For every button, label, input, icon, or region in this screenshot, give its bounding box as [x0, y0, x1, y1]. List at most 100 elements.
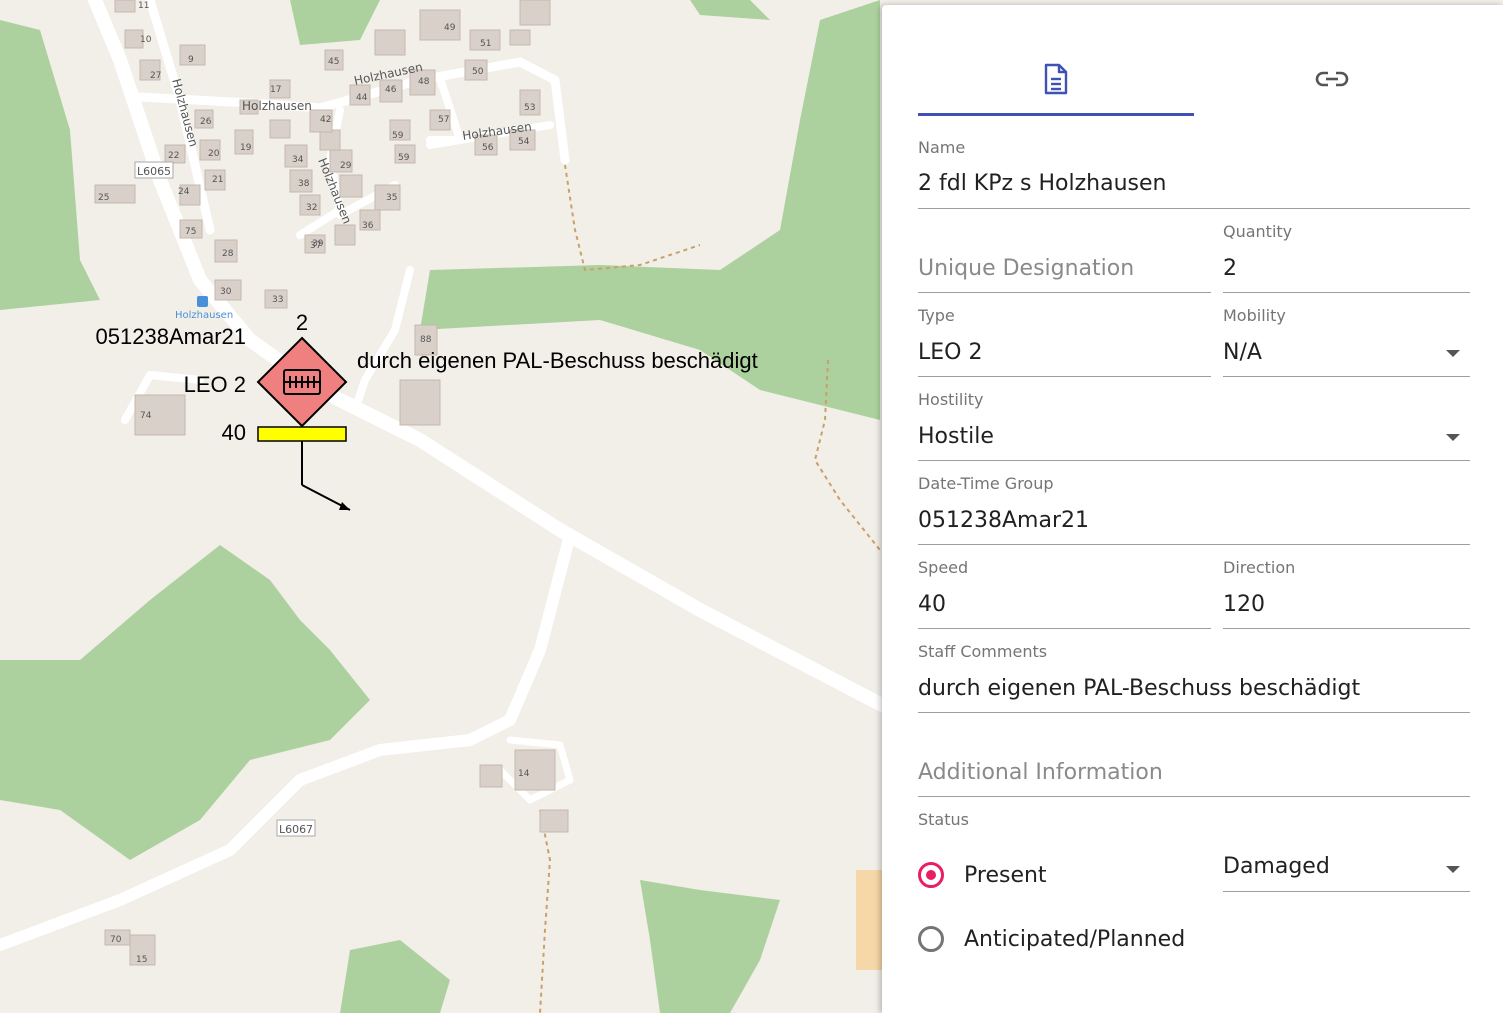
hostility-value[interactable]: Hostile — [918, 424, 994, 449]
house-number: 51 — [480, 39, 491, 49]
house-number: 17 — [270, 85, 281, 95]
speed-bar — [257, 426, 347, 442]
house-number: 11 — [138, 1, 149, 11]
document-icon — [1044, 63, 1068, 95]
svg-text:L6067: L6067 — [279, 823, 313, 836]
name-value[interactable]: 2 fdl KPz s Holzhausen — [918, 171, 1166, 196]
house-number: 42 — [320, 115, 331, 125]
house-number: 48 — [418, 77, 430, 87]
direction-label: Direction — [1223, 558, 1296, 577]
link-icon — [1315, 71, 1349, 87]
quantity-label: Quantity — [1223, 222, 1293, 241]
dtg-value[interactable]: 051238Amar21 — [918, 508, 1089, 533]
type-value[interactable]: LEO 2 — [918, 340, 982, 365]
house-number: 38 — [298, 179, 310, 189]
house-number: 70 — [110, 935, 122, 945]
additional-information-field[interactable]: Additional Information — [918, 726, 1470, 798]
house-number: 27 — [150, 71, 161, 81]
house-number: 35 — [386, 193, 397, 203]
house-number: 59 — [392, 131, 404, 141]
hostility-label: Hostility — [918, 390, 984, 409]
direction-value[interactable]: 120 — [1223, 592, 1265, 617]
condition-select[interactable]: Damaged — [1223, 848, 1470, 892]
condition-value[interactable]: Damaged — [1223, 854, 1330, 879]
dtg-label: Date-Time Group — [918, 474, 1054, 493]
quantity-value[interactable]: 2 — [1223, 256, 1237, 281]
radio-present-label[interactable]: Present — [964, 863, 1047, 888]
house-number: 9 — [188, 55, 194, 65]
tab-links[interactable] — [1194, 45, 1470, 113]
radio-anticipated-label[interactable]: Anticipated/Planned — [964, 927, 1185, 952]
hostility-select[interactable]: Hostility Hostile — [918, 390, 1470, 462]
staff-comments-label: Staff Comments — [918, 642, 1048, 661]
symbol-comment: durch eigenen PAL-Beschuss beschädigt — [357, 348, 758, 373]
svg-text:L6065: L6065 — [137, 165, 171, 178]
house-number: 20 — [208, 149, 220, 159]
speed-value[interactable]: 40 — [918, 592, 946, 617]
name-field[interactable]: Name 2 fdl KPz s Holzhausen — [918, 138, 1470, 210]
house-number: 33 — [272, 295, 283, 305]
house-number: 59 — [398, 153, 410, 163]
type-label: Type — [918, 306, 955, 325]
house-number: 14 — [518, 769, 530, 779]
house-number: 19 — [240, 143, 252, 153]
house-number: 54 — [518, 137, 530, 147]
symbol-quantity: 2 — [296, 310, 308, 335]
direction-field[interactable]: Direction 120 — [1223, 558, 1470, 630]
house-number: 26 — [200, 117, 212, 127]
house-number: 32 — [306, 203, 317, 213]
staff-comments-value[interactable]: durch eigenen PAL-Beschuss beschädigt — [918, 676, 1360, 701]
house-number: 22 — [168, 151, 179, 161]
chevron-down-icon[interactable] — [1446, 866, 1460, 873]
status-group: Status — [918, 810, 1470, 830]
svg-text:Holzhausen: Holzhausen — [242, 99, 312, 113]
house-number: 36 — [362, 221, 374, 231]
mobility-select[interactable]: Mobility N/A — [1223, 306, 1470, 378]
house-number: 39 — [312, 239, 324, 249]
radio-anticipated[interactable] — [918, 926, 944, 952]
tab-bar — [918, 45, 1470, 116]
house-number: 34 — [292, 155, 304, 165]
house-number: 10 — [140, 35, 152, 45]
properties-panel: Name 2 fdl KPz s Holzhausen Unique Desig… — [882, 5, 1503, 1013]
chevron-down-icon[interactable] — [1446, 434, 1460, 441]
house-number: 24 — [178, 187, 190, 197]
house-number: 25 — [98, 193, 109, 203]
staff-comments-field[interactable]: Staff Comments durch eigenen PAL-Beschus… — [918, 642, 1470, 714]
house-number: 30 — [220, 287, 232, 297]
house-number: 74 — [140, 411, 152, 421]
house-number: 28 — [222, 249, 234, 259]
speed-label: Speed — [918, 558, 969, 577]
house-number: 21 — [212, 175, 223, 185]
status-label: Status — [918, 810, 969, 829]
additional-information-placeholder[interactable]: Additional Information — [918, 760, 1163, 785]
house-number: 56 — [482, 143, 494, 153]
svg-text:Holzhausen: Holzhausen — [175, 310, 233, 321]
tab-details[interactable] — [918, 45, 1194, 116]
house-number: 75 — [185, 227, 196, 237]
house-number: 29 — [340, 161, 352, 171]
house-number: 49 — [444, 23, 456, 33]
house-number: 88 — [420, 335, 432, 345]
mobility-value[interactable]: N/A — [1223, 340, 1262, 365]
chevron-down-icon[interactable] — [1446, 350, 1460, 357]
unique-designation-field[interactable]: Unique Designation — [918, 222, 1211, 294]
house-number: 15 — [136, 955, 147, 965]
house-number: 45 — [328, 57, 339, 67]
name-label: Name — [918, 138, 966, 157]
quantity-field[interactable]: Quantity 2 — [1223, 222, 1470, 294]
mobility-label: Mobility — [1223, 306, 1286, 325]
type-field[interactable]: Type LEO 2 — [918, 306, 1211, 378]
speed-field[interactable]: Speed 40 — [918, 558, 1211, 630]
symbol-type: LEO 2 — [184, 372, 246, 397]
symbol-speed: 40 — [222, 420, 246, 445]
radio-present[interactable] — [918, 862, 944, 888]
house-number: 46 — [385, 85, 397, 95]
unique-designation-placeholder[interactable]: Unique Designation — [918, 256, 1134, 281]
dtg-field[interactable]: Date-Time Group 051238Amar21 — [918, 474, 1470, 546]
house-number: 44 — [356, 93, 368, 103]
house-number: 57 — [438, 115, 449, 125]
house-number: 50 — [472, 67, 484, 77]
house-number: 53 — [524, 103, 535, 113]
symbol-dtg: 051238Amar21 — [96, 324, 246, 349]
